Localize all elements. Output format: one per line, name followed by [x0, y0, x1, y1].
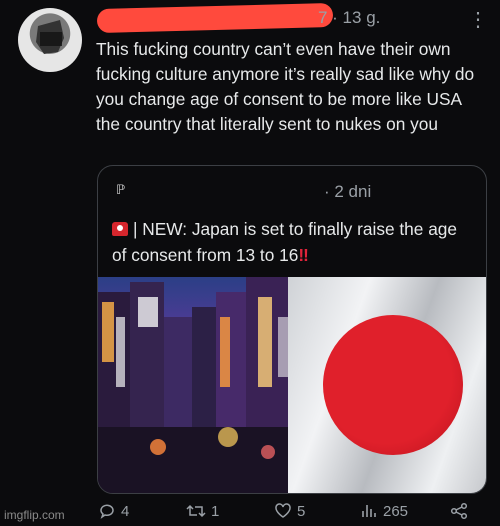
- retweet-count: 1: [211, 502, 220, 520]
- quoted-tweet[interactable]: ℙ · 2 dni | NEW: Japan is set to finally…: [97, 165, 487, 494]
- tweet-timestamp[interactable]: 7 · 13 g.: [318, 8, 380, 28]
- avatar[interactable]: [18, 8, 82, 72]
- quoted-text-body: | NEW: Japan is set to finally raise the…: [112, 219, 458, 265]
- redacted-username: [96, 2, 334, 34]
- reply-count: 4: [121, 502, 130, 520]
- like-count: 5: [297, 502, 306, 520]
- quoted-timestamp: · 2 dni: [324, 182, 372, 201]
- more-vertical-icon[interactable]: ⋮: [468, 10, 488, 30]
- like-button[interactable]: 5: [274, 502, 305, 520]
- reply-icon: [100, 504, 114, 519]
- double-exclamation-icon: ‼: [298, 245, 309, 265]
- share-icon: [450, 502, 468, 520]
- city-night-image: [98, 277, 303, 493]
- retweet-button[interactable]: 1: [186, 502, 219, 520]
- share-button[interactable]: [450, 502, 468, 520]
- flag-sun-disc: [323, 315, 463, 455]
- siren-icon: [112, 222, 128, 236]
- views-button[interactable]: 265: [360, 502, 408, 520]
- avatar-figure-icon: [36, 20, 64, 54]
- tweet-text: This fucking country can’t even have the…: [96, 39, 475, 134]
- quoted-media[interactable]: [98, 277, 486, 493]
- heart-icon: [275, 503, 291, 518]
- quoted-account-icon: ℙ: [116, 182, 126, 197]
- reply-button[interactable]: 4: [98, 502, 129, 520]
- quoted-text: | NEW: Japan is set to finally raise the…: [112, 216, 472, 268]
- action-bar: 4 1 5 265: [0, 502, 500, 526]
- views-count: 265: [383, 502, 409, 520]
- views-bar-chart-icon: [362, 505, 376, 517]
- retweet-icon: [186, 504, 206, 518]
- watermark: imgflip.com: [4, 508, 65, 522]
